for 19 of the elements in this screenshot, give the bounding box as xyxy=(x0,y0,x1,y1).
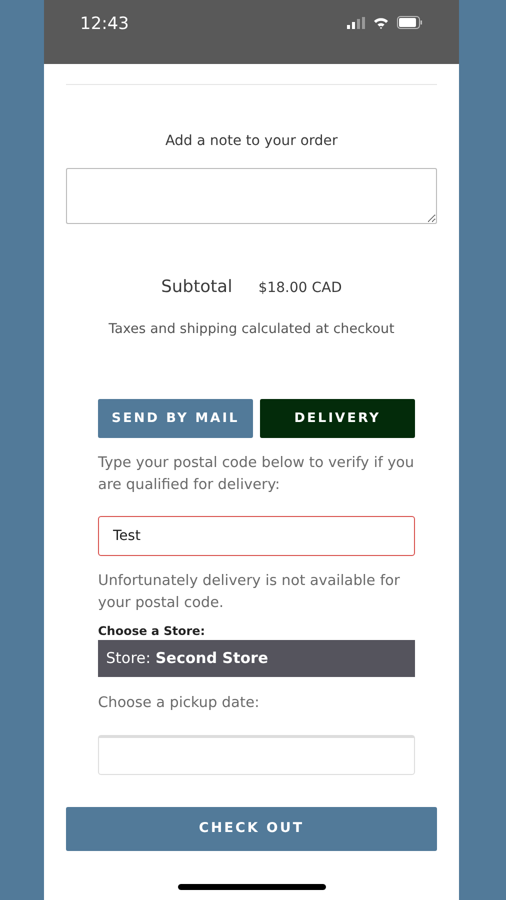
checkout-button[interactable]: CHECK OUT xyxy=(66,806,437,850)
battery-icon xyxy=(397,16,423,29)
taxes-note: Taxes and shipping calculated at checkout xyxy=(108,320,396,338)
error-message: Unfortunately delivery is not available for your postal code. xyxy=(98,572,401,613)
note-label: Add a note to your order xyxy=(164,132,339,151)
pickup-date-field[interactable] xyxy=(98,734,415,774)
pickup-date-label: Choose a pickup date: xyxy=(98,694,260,713)
store-select[interactable]: Store: Second Store xyxy=(98,640,415,677)
signal-icon xyxy=(347,16,365,28)
store-label: Choose a Store: xyxy=(98,622,206,640)
subtotal-label: Subtotal xyxy=(161,276,232,299)
shipping-tab[interactable]: DELIVERY xyxy=(260,398,415,438)
subtotal-amount: $18.00 CAD xyxy=(258,279,342,298)
postal-code-field[interactable]: Test xyxy=(98,516,415,556)
shipping-tab[interactable]: SEND BY MAIL xyxy=(98,398,253,438)
note-field[interactable] xyxy=(66,168,437,224)
postal-prompt: Type your postal code below to verify if you are qualified for delivery: xyxy=(98,454,415,495)
wifi-icon xyxy=(373,16,389,28)
clock-time: 12:43 xyxy=(80,13,129,36)
